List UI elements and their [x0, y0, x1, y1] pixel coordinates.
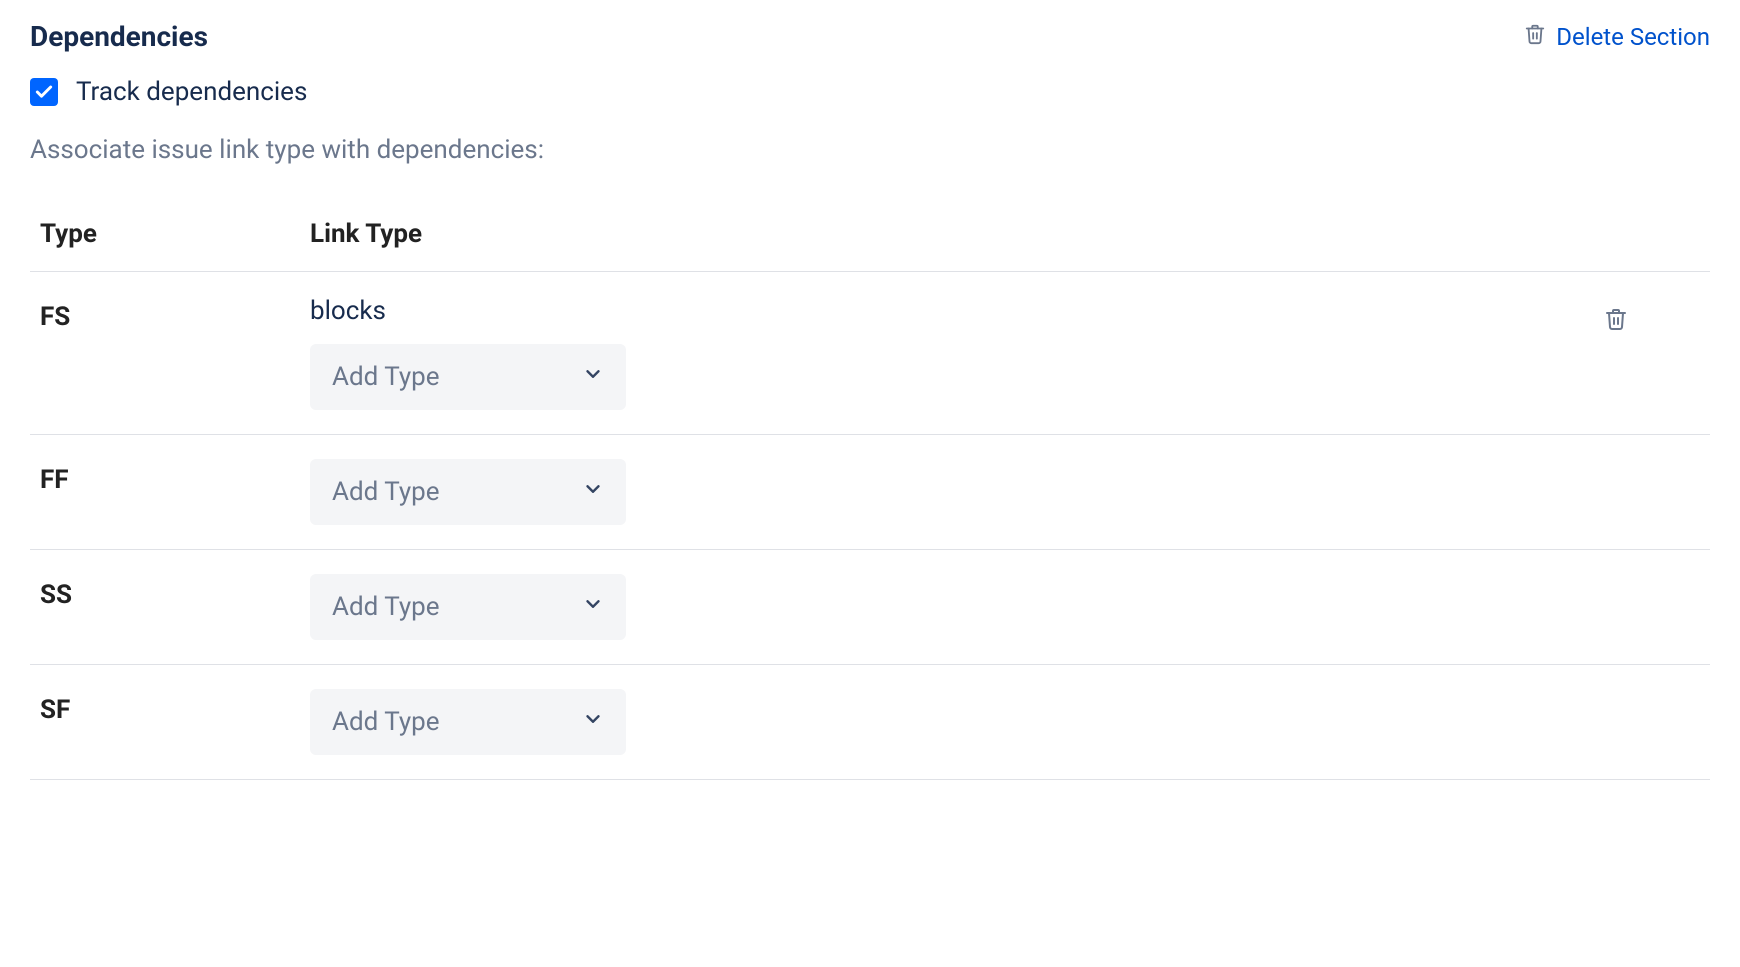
trash-icon [1604, 306, 1628, 332]
table-row: SF Add Type [30, 665, 1710, 780]
column-header-link-type: Link Type [300, 203, 1590, 272]
dependency-type: SF [30, 665, 300, 780]
section-title: Dependencies [30, 20, 208, 53]
table-row: FS blocks Add Type [30, 272, 1710, 435]
dependency-type: FF [30, 435, 300, 550]
table-row: FF Add Type [30, 435, 1710, 550]
delete-section-button[interactable]: Delete Section [1524, 22, 1710, 52]
add-type-dropdown[interactable]: Add Type [310, 344, 626, 410]
column-header-type: Type [30, 203, 300, 272]
table-row: SS Add Type [30, 550, 1710, 665]
dropdown-placeholder: Add Type [332, 362, 440, 392]
checkmark-icon [34, 82, 54, 102]
dependencies-table: Type Link Type FS blocks Add Type [30, 203, 1710, 780]
add-type-dropdown[interactable]: Add Type [310, 459, 626, 525]
chevron-down-icon [582, 592, 604, 622]
delete-section-label: Delete Section [1556, 23, 1710, 51]
track-dependencies-label: Track dependencies [76, 77, 307, 107]
delete-link-button[interactable] [1600, 302, 1632, 336]
trash-icon [1524, 22, 1546, 52]
associate-subtext: Associate issue link type with dependenc… [30, 135, 1710, 165]
dependency-type: FS [30, 272, 300, 435]
chevron-down-icon [582, 477, 604, 507]
add-type-dropdown[interactable]: Add Type [310, 574, 626, 640]
track-dependencies-checkbox[interactable] [30, 78, 58, 106]
dropdown-placeholder: Add Type [332, 707, 440, 737]
dropdown-placeholder: Add Type [332, 592, 440, 622]
chevron-down-icon [582, 362, 604, 392]
add-type-dropdown[interactable]: Add Type [310, 689, 626, 755]
chevron-down-icon [582, 707, 604, 737]
link-type-value: blocks [310, 296, 386, 326]
dependency-type: SS [30, 550, 300, 665]
dropdown-placeholder: Add Type [332, 477, 440, 507]
